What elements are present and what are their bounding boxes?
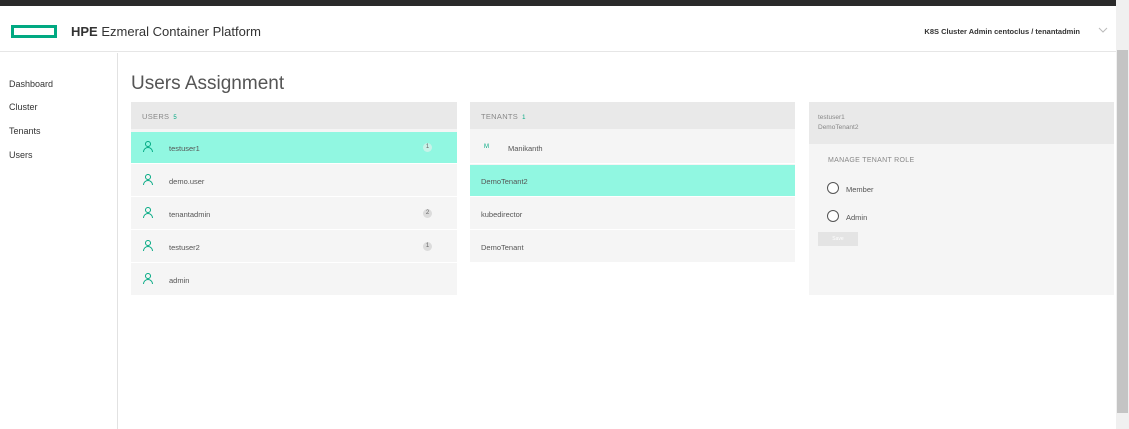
tenant-row-demotenant2[interactable]: DemoTenant2: [470, 165, 795, 197]
scrollbar-thumb[interactable]: [1117, 50, 1128, 413]
brand-bold: HPE: [71, 24, 98, 39]
users-header-text: USERS: [142, 112, 170, 121]
tenants-header-text: TENANTS: [481, 112, 519, 121]
users-panel: USERS 5 testuser1 1 demo.user tenantadmin…: [131, 102, 457, 295]
tenants-count-badge: 1: [522, 115, 526, 121]
admin-radio-label: Admin: [846, 213, 868, 222]
person-icon: [143, 207, 153, 219]
tenant-row-manikanth[interactable]: M Manikanth: [470, 132, 795, 164]
user-row-testuser1[interactable]: testuser1 1: [131, 132, 457, 164]
sidebar-item-tenants[interactable]: Tenants: [9, 126, 41, 136]
tenant-count-badge: 1: [423, 143, 432, 152]
sidebar: Dashboard Cluster Tenants Users: [0, 53, 118, 429]
person-icon: [143, 141, 153, 153]
user-name: testuser1: [169, 144, 200, 153]
users-panel-header: USERS 5: [131, 102, 457, 129]
person-icon: [143, 273, 153, 285]
chevron-down-icon[interactable]: [1098, 25, 1108, 35]
page-title: Users Assignment: [131, 73, 285, 94]
selected-user: testuser1: [818, 114, 845, 121]
tenant-row-demotenant[interactable]: DemoTenant: [470, 231, 795, 263]
tenant-role-panel: testuser1 DemoTenant2: [809, 102, 1114, 295]
member-radio-label: Member: [846, 185, 874, 194]
user-row-demo-user[interactable]: demo.user: [131, 165, 457, 197]
person-icon: [143, 174, 153, 186]
user-menu[interactable]: K8S Cluster Admin centoclus / tenantadmi…: [924, 27, 1080, 36]
save-button[interactable]: Save: [818, 232, 858, 246]
person-icon: [143, 240, 153, 252]
tenants-panel-header: TENANTS 1: [470, 102, 795, 129]
users-count-badge: 5: [173, 115, 177, 121]
app-header: HPE Ezmeral Container Platform K8S Clust…: [0, 6, 1116, 52]
tenants-panel: TENANTS 1 M Manikanth DemoTenant2 kubedir…: [470, 102, 795, 262]
user-name: testuser2: [169, 243, 200, 252]
tenant-row-kubedirector[interactable]: kubedirector: [470, 198, 795, 230]
sidebar-item-cluster[interactable]: Cluster: [9, 102, 38, 112]
tenant-count-badge: 2: [423, 209, 432, 218]
user-row-tenantadmin[interactable]: tenantadmin 2: [131, 198, 457, 230]
sidebar-item-users[interactable]: Users: [9, 150, 33, 160]
user-name: demo.user: [169, 177, 205, 186]
hpe-logo[interactable]: [11, 25, 57, 38]
user-row-admin[interactable]: admin: [131, 264, 457, 296]
user-row-testuser2[interactable]: testuser2 1: [131, 231, 457, 263]
sidebar-item-dashboard[interactable]: Dashboard: [9, 79, 53, 89]
member-radio[interactable]: [827, 182, 839, 194]
tenants-header-label: TENANTS 1: [481, 112, 526, 121]
user-name: tenantadmin: [169, 210, 211, 219]
manage-role-title: MANAGE TENANT ROLE: [828, 157, 915, 164]
tenant-name: DemoTenant: [481, 243, 524, 252]
tenant-name: kubedirector: [481, 210, 523, 219]
admin-radio[interactable]: [827, 210, 839, 222]
vertical-scrollbar[interactable]: [1116, 0, 1129, 429]
role-panel-header: testuser1 DemoTenant2: [809, 102, 1114, 144]
tenant-name: Manikanth: [508, 144, 543, 153]
app-title: HPE Ezmeral Container Platform: [71, 24, 261, 39]
selected-tenant: DemoTenant2: [818, 124, 859, 131]
brand-rest: Ezmeral Container Platform: [97, 24, 262, 39]
users-header-label: USERS 5: [142, 112, 177, 121]
user-name: admin: [169, 276, 190, 285]
tenant-name: DemoTenant2: [481, 177, 528, 186]
tenant-initial-icon: M: [484, 144, 489, 150]
tenant-count-badge: 1: [423, 242, 432, 251]
